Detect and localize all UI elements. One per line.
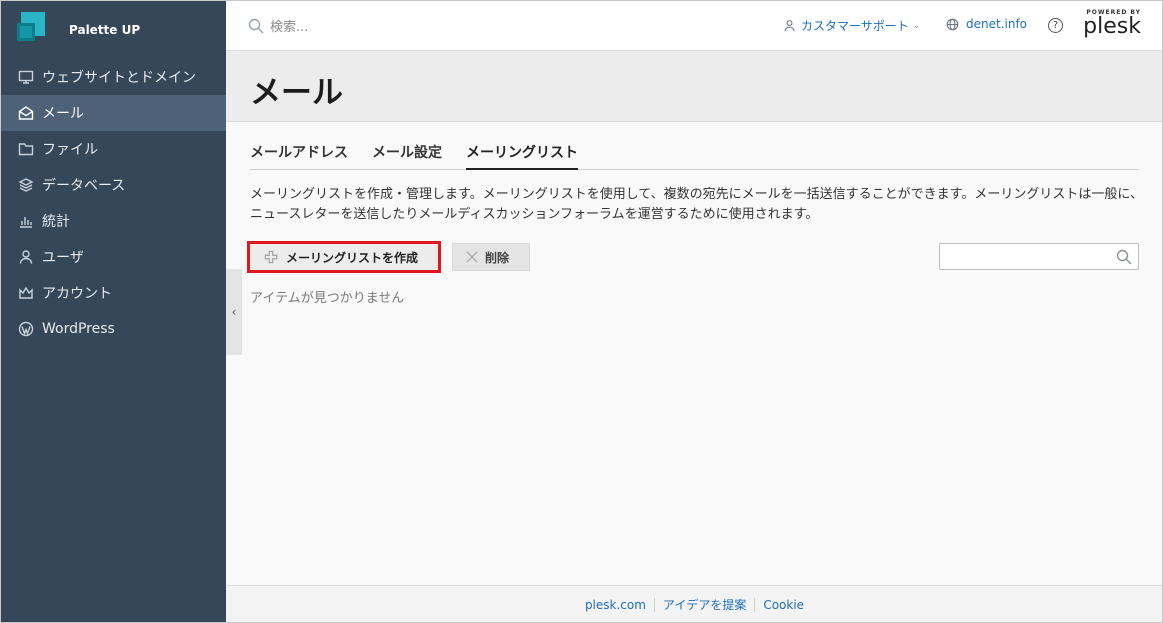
sidebar-item-label: アカウント (42, 286, 112, 302)
empty-state-text: アイテムが見つかりません (250, 291, 405, 306)
footer-link-plesk[interactable]: plesk.com (577, 598, 654, 612)
customer-support-menu[interactable]: カスタマーサポート ⌄ (783, 17, 920, 34)
search-placeholder: 検索... (270, 20, 309, 35)
footer-link-suggest-idea[interactable]: アイデアを提案 (655, 596, 754, 613)
sidebar-item-label: WordPress (42, 321, 115, 337)
wordpress-icon (18, 321, 34, 337)
support-label: カスタマーサポート (801, 19, 909, 33)
brand-name: Palette UP (69, 23, 141, 37)
create-button-label: メーリングリストを作成 (286, 250, 419, 265)
sidebar-item-databases[interactable]: データベース (1, 167, 226, 203)
footer-link-cookie[interactable]: Cookie (755, 598, 812, 612)
sidebar-item-websites[interactable]: ウェブサイトとドメイン (1, 59, 226, 95)
delete-button[interactable]: 削除 (452, 243, 530, 271)
sidebar-item-account[interactable]: アカウント (1, 275, 226, 311)
brand[interactable]: Palette UP (17, 10, 140, 50)
brand-logo-icon (17, 10, 45, 50)
footer: plesk.com アイデアを提案 Cookie (226, 585, 1162, 622)
folder-icon (18, 141, 34, 157)
delete-x-icon (466, 251, 478, 263)
sidebar-item-label: データベース (42, 178, 126, 194)
tab-bar: メールアドレス メール設定 メーリングリスト (250, 142, 1139, 170)
global-search[interactable]: 検索... (248, 16, 308, 35)
globe-icon (946, 18, 959, 30)
user-icon (18, 249, 34, 265)
search-icon (248, 18, 264, 33)
tab-mail-settings[interactable]: メール設定 (372, 142, 442, 170)
sidebar: Palette UP ウェブサイトとドメイン メール ファイル データベース 統… (1, 1, 226, 622)
plus-icon (264, 250, 278, 264)
domain-selector[interactable]: denet.info (946, 17, 1027, 31)
sidebar-collapse-button[interactable]: ‹ (226, 269, 242, 355)
sidebar-item-files[interactable]: ファイル (1, 131, 226, 167)
user-icon (784, 20, 795, 32)
sidebar-item-label: ファイル (42, 142, 98, 158)
top-header: 検索... カスタマーサポート ⌄ denet.info ? POWERED B… (226, 1, 1162, 51)
chevron-left-icon: ‹ (231, 305, 237, 319)
sidebar-item-users[interactable]: ユーザ (1, 239, 226, 275)
crown-icon (18, 285, 34, 301)
plesk-wordmark: plesk (1083, 14, 1141, 39)
chart-icon (18, 213, 34, 229)
domain-label: denet.info (966, 17, 1028, 31)
sidebar-nav: ウェブサイトとドメイン メール ファイル データベース 統計 ユーザ アカウント… (1, 59, 226, 347)
help-icon[interactable]: ? (1048, 18, 1063, 33)
tab-mail-addresses[interactable]: メールアドレス (250, 142, 348, 170)
sidebar-item-label: ウェブサイトとドメイン (42, 70, 196, 86)
page-description: メーリングリストを作成・管理します。メーリングリストを使用して、複数の宛先にメー… (250, 187, 1143, 222)
main-content: メールアドレス メール設定 メーリングリスト メーリングリストを作成・管理します… (226, 122, 1162, 585)
title-band: メール (226, 51, 1162, 122)
sidebar-item-statistics[interactable]: 統計 (1, 203, 226, 239)
plesk-logo: POWERED BY plesk (1079, 9, 1141, 38)
list-search-input[interactable] (939, 243, 1139, 270)
app-window: Palette UP ウェブサイトとドメイン メール ファイル データベース 統… (0, 0, 1163, 623)
delete-button-label: 削除 (485, 250, 510, 265)
page-title: メール (250, 75, 343, 111)
sidebar-item-wordpress[interactable]: WordPress (1, 311, 226, 347)
sidebar-item-label: ユーザ (42, 250, 84, 266)
chevron-down-icon: ⌄ (912, 20, 921, 31)
search-icon (1116, 249, 1132, 265)
sidebar-item-label: メール (42, 106, 84, 122)
database-icon (18, 177, 34, 193)
create-mailing-list-button[interactable]: メーリングリストを作成 (247, 241, 441, 273)
mail-icon (18, 105, 34, 121)
monitor-icon (18, 69, 34, 85)
tab-mailing-lists[interactable]: メーリングリスト (466, 142, 578, 170)
sidebar-item-label: 統計 (42, 214, 70, 230)
sidebar-item-mail[interactable]: メール (1, 95, 226, 131)
